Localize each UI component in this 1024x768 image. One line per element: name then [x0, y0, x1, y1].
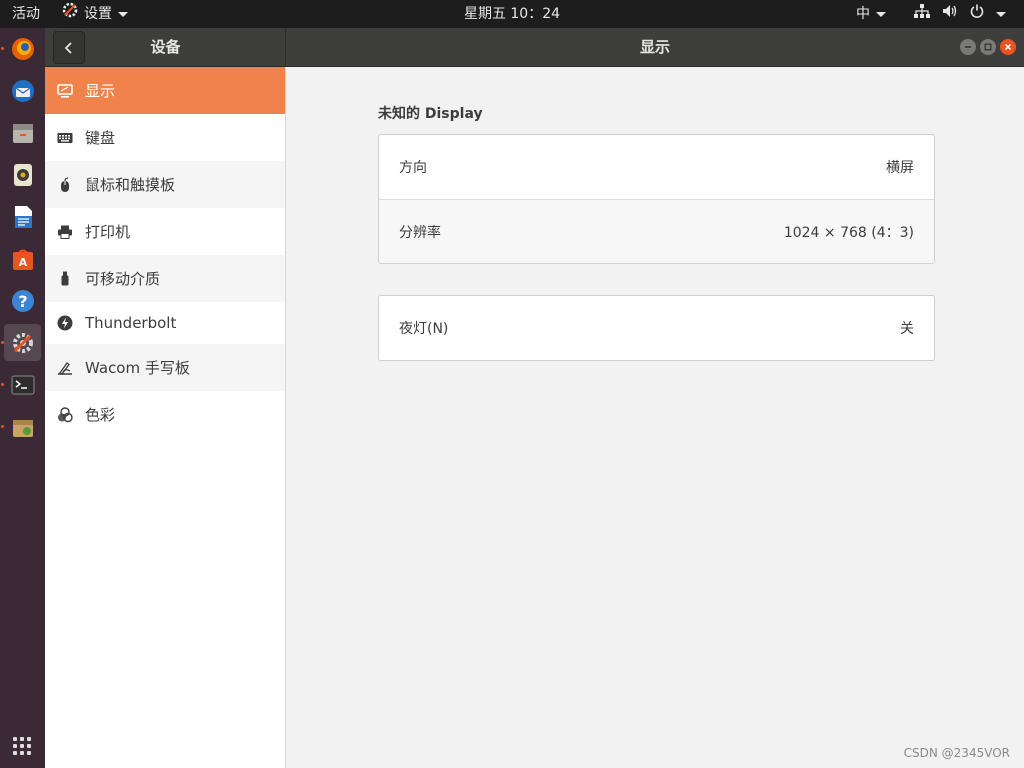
show-applications-icon[interactable] [13, 737, 31, 755]
thunderbird-icon[interactable] [4, 72, 41, 109]
software-center-icon[interactable]: A [4, 240, 41, 277]
monitor-name: 未知的 Display [378, 106, 483, 122]
night-light-row[interactable]: 夜灯(N) 关 [379, 296, 934, 360]
sidebar-item-label: Wacom 手写板 [85, 359, 190, 377]
sidebar-item-label: 键盘 [85, 129, 116, 147]
sidebar-item-label: 鼠标和触摸板 [85, 176, 176, 194]
rhythmbox-icon[interactable] [4, 156, 41, 193]
sidebar-item-thunderbolt[interactable]: Thunderbolt [45, 302, 285, 344]
header-bar: 设备 显示 [45, 28, 1024, 67]
resolution-row[interactable]: 分辨率 1024 × 768 (4：3) [379, 199, 934, 263]
svg-text:A: A [18, 256, 27, 269]
power-icon [970, 0, 984, 28]
printer-icon [57, 224, 73, 240]
close-icon [1004, 43, 1012, 51]
input-method-label: 中 [856, 6, 870, 22]
resolution-value: 1024 × 768 (4：3) [783, 224, 914, 241]
mouse-icon [57, 176, 73, 193]
files-icon[interactable] [4, 114, 41, 151]
orientation-label: 方向 [399, 160, 427, 176]
resolution-label: 分辨率 [399, 224, 441, 241]
close-button[interactable] [1000, 39, 1016, 55]
night-light-card: 夜灯(N) 关 [378, 295, 935, 361]
thunderbolt-icon [57, 315, 73, 331]
sidebar-item-wacom-tablet[interactable]: Wacom 手写板 [45, 344, 285, 391]
window-controls [960, 39, 1016, 55]
sidebar-item-label: 色彩 [85, 406, 116, 424]
maximize-button[interactable] [980, 39, 996, 55]
color-icon [57, 406, 73, 423]
sidebar-item-display[interactable]: 显示 [45, 67, 285, 114]
maximize-icon [984, 43, 992, 51]
sidebar-item-color[interactable]: 色彩 [45, 391, 285, 438]
tablet-icon [57, 360, 73, 376]
display-icon [57, 83, 73, 99]
sidebar-item-label: 显示 [85, 82, 116, 100]
firefox-icon[interactable] [4, 30, 41, 67]
sidebar-header: 设备 [45, 28, 286, 67]
top-bar: 活动 设置 星期五 10：24 中 [0, 0, 1024, 28]
night-light-label: 夜灯(N) [399, 321, 449, 337]
display-settings-panel: 未知的 Display 方向 横屏 分辨率 1024 × 768 (4：3) 夜… [286, 67, 1024, 768]
archive-icon[interactable] [4, 408, 41, 445]
back-button[interactable] [53, 31, 85, 64]
sidebar-item-mouse-touchpad[interactable]: 鼠标和触摸板 [45, 161, 285, 208]
dock: A ? [0, 28, 45, 768]
network-icon [914, 0, 930, 28]
display-settings-card: 方向 横屏 分辨率 1024 × 768 (4：3) [378, 134, 935, 264]
sidebar: 显示 键盘 鼠标和触摸板 打印机 可移动介质 Thunderbolt Wacom… [45, 67, 286, 768]
sidebar-item-keyboard[interactable]: 键盘 [45, 114, 285, 161]
chevron-left-icon [64, 41, 72, 54]
night-light-value: 关 [900, 321, 914, 337]
svg-text:?: ? [18, 292, 27, 311]
orientation-row[interactable]: 方向 横屏 [379, 135, 934, 199]
terminal-icon[interactable] [4, 366, 41, 403]
chevron-down-icon [996, 11, 1006, 17]
sidebar-item-label: 打印机 [85, 223, 131, 241]
volume-icon [942, 0, 958, 28]
keyboard-icon [57, 130, 73, 146]
sidebar-item-removable-media[interactable]: 可移动介质 [45, 255, 285, 302]
libreoffice-writer-icon[interactable] [4, 198, 41, 235]
help-icon[interactable]: ? [4, 282, 41, 319]
settings-icon[interactable] [4, 324, 41, 361]
sidebar-item-label: 可移动介质 [85, 270, 161, 288]
system-menu[interactable] [914, 0, 1006, 28]
page-title: 显示 [639, 38, 670, 56]
chevron-down-icon [876, 11, 886, 17]
sidebar-item-printers[interactable]: 打印机 [45, 208, 285, 255]
watermark: CSDN @2345VOR [903, 746, 1010, 760]
input-method-menu[interactable]: 中 [856, 0, 886, 28]
usb-drive-icon [57, 271, 73, 287]
sidebar-item-label: Thunderbolt [85, 314, 177, 332]
orientation-value: 横屏 [886, 160, 914, 176]
minimize-icon [965, 46, 971, 48]
minimize-button[interactable] [960, 39, 976, 55]
